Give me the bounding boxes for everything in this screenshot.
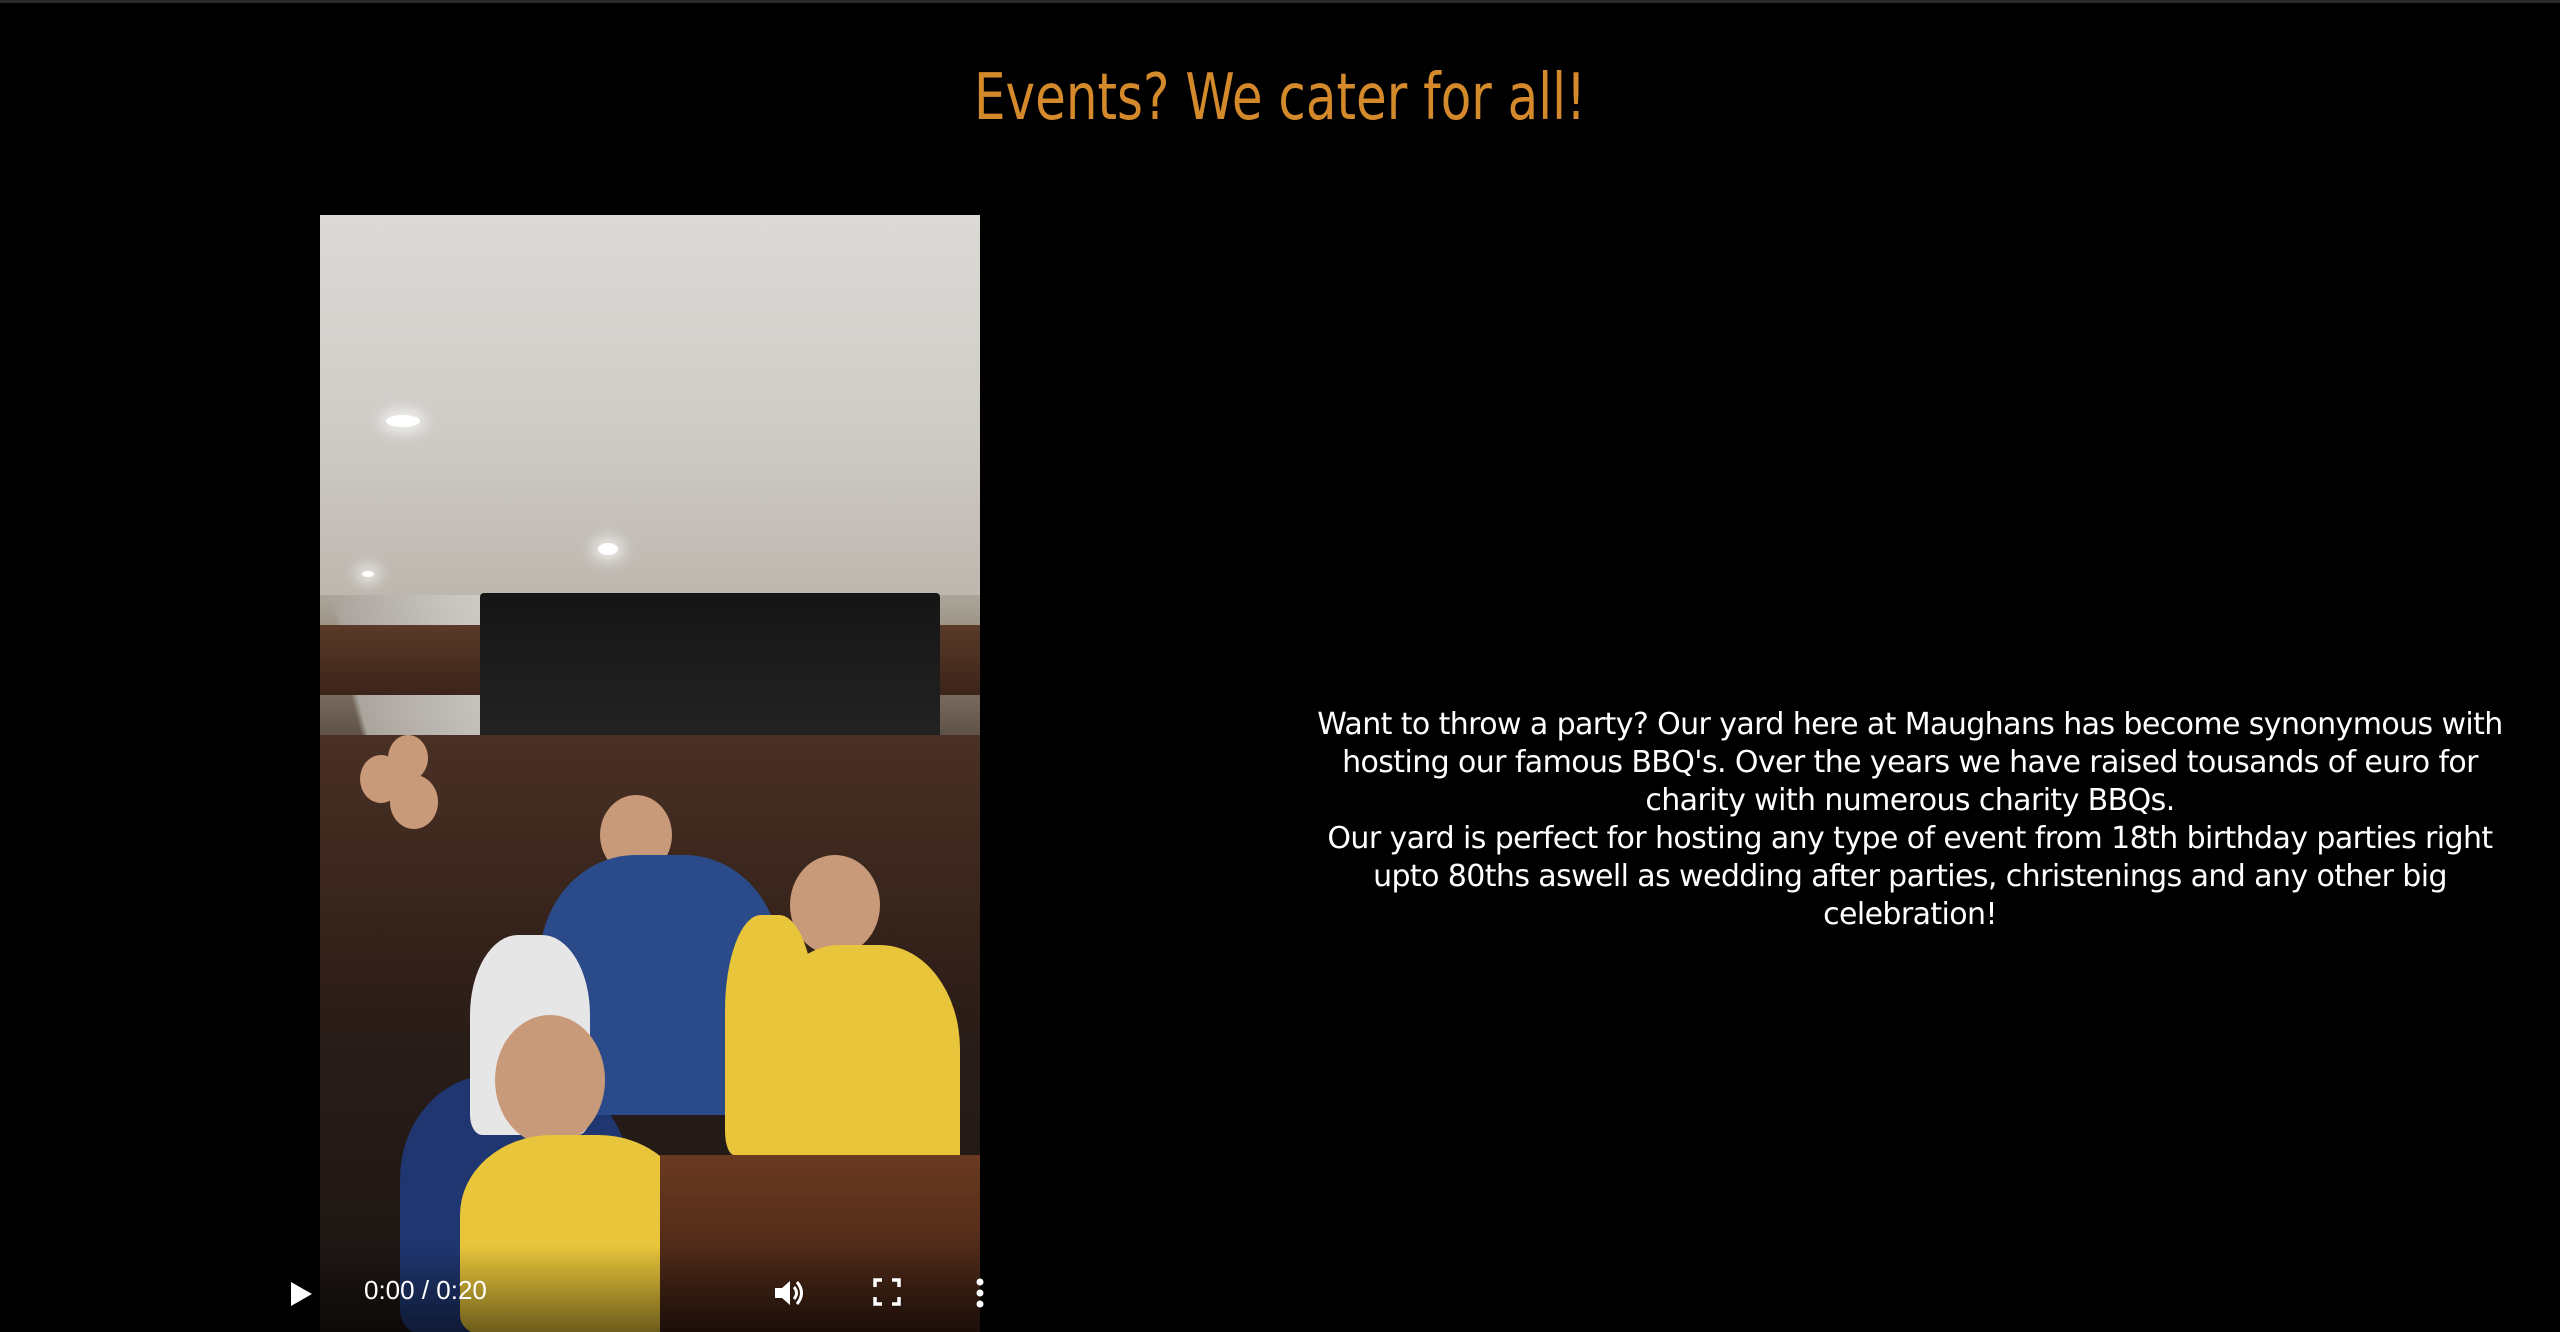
play-icon[interactable] bbox=[283, 1277, 317, 1311]
crowd-person bbox=[495, 1015, 605, 1145]
video-time: 0:00 / 0:20 bbox=[364, 1275, 487, 1305]
more-options-icon[interactable] bbox=[970, 1275, 990, 1311]
volume-icon[interactable] bbox=[771, 1275, 807, 1311]
ceiling-light bbox=[598, 543, 618, 555]
event-description: Want to throw a party? Our yard here at … bbox=[1300, 706, 2520, 934]
fullscreen-icon[interactable] bbox=[872, 1277, 902, 1307]
ceiling-light bbox=[362, 571, 374, 577]
video-frame-ceiling bbox=[320, 215, 980, 595]
description-paragraph: Our yard is perfect for hosting any type… bbox=[1327, 821, 2493, 932]
description-paragraph: Want to throw a party? Our yard here at … bbox=[1317, 707, 2503, 818]
event-video[interactable] bbox=[320, 215, 980, 1332]
section-title: Events? We cater for all! bbox=[974, 61, 1586, 135]
ceiling-light bbox=[386, 415, 420, 427]
video-frame-hood bbox=[480, 593, 940, 743]
crowd-person bbox=[388, 735, 428, 781]
crowd-person bbox=[725, 915, 815, 1155]
crowd-person bbox=[390, 775, 438, 829]
